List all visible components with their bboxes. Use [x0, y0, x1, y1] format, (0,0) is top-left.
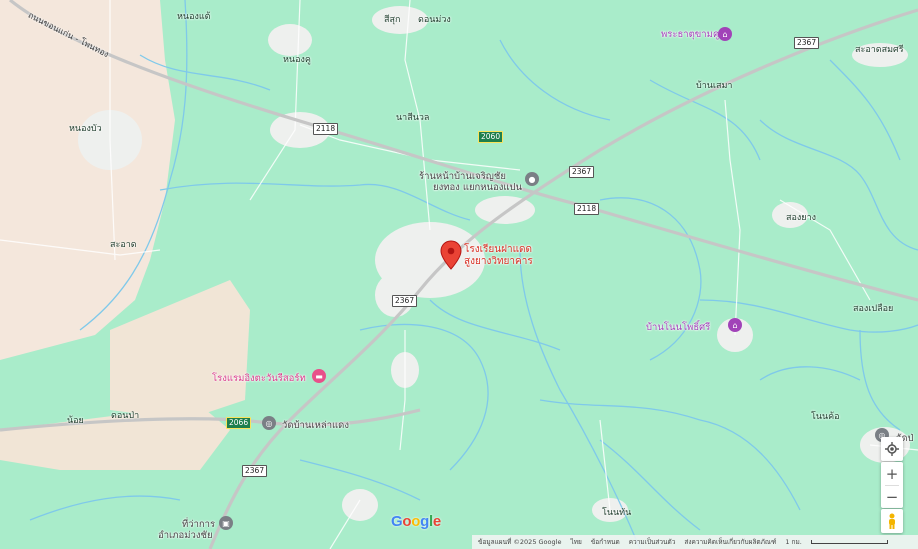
- map-footer: ข้อมูลแผนที่ ©2025 Google ไทย ข้อกำหนด ค…: [472, 535, 918, 549]
- poi-label-banmon[interactable]: บ้านโนนโพธิ์ศรี: [646, 320, 710, 335]
- selected-place-line1: โรงเรียนฝาแดด: [464, 244, 533, 255]
- google-logo-letter: g: [420, 513, 429, 530]
- privacy-link[interactable]: ความเป็นส่วนตัว: [629, 537, 676, 547]
- google-logo-letter: o: [402, 513, 412, 530]
- route-shield-2066: 2066: [226, 417, 252, 429]
- place-label-nasinuan: นาสีนวล: [396, 113, 430, 123]
- selected-place-line2: สูงยางวิทยาคาร: [464, 256, 533, 267]
- scale-label[interactable]: 1 กม.: [785, 537, 802, 547]
- government-office-icon[interactable]: ▣: [219, 516, 233, 530]
- place-label-songpluai: สองเปลือย: [853, 304, 894, 314]
- google-logo: Google: [391, 513, 441, 530]
- route-shield-2367-south: 2367: [242, 465, 268, 477]
- my-location-button[interactable]: [881, 437, 903, 461]
- zoom-in-button[interactable]: +: [886, 463, 899, 485]
- scale-bar: [810, 540, 888, 544]
- route-shield-2060: 2060: [478, 131, 504, 143]
- google-logo-letter: G: [391, 513, 403, 530]
- selected-place-label[interactable]: โรงเรียนฝาแดด สูงยางวิทยาคาร: [464, 244, 533, 268]
- place-label-donmuang: ดอนม่วง: [418, 15, 451, 25]
- street-view-pegman-icon: [889, 513, 895, 529]
- poi-label-phrathat[interactable]: พระธาตุขามคู: [661, 27, 719, 42]
- route-shield-2367-center: 2367: [392, 295, 418, 307]
- route-shield-2118: 2118: [313, 123, 339, 135]
- place-label-banlao: บ้านเสมา: [696, 81, 733, 91]
- zoom-control: + −: [881, 462, 903, 508]
- google-logo-letter: e: [432, 513, 441, 530]
- place-label-nonthon: โนนทัน: [602, 508, 632, 518]
- place-label-nongbua: หนองบัว: [69, 124, 102, 134]
- route-shield-2367-ne: 2367: [794, 37, 820, 49]
- temple-icon[interactable]: ⌂: [728, 318, 742, 332]
- map-canvas[interactable]: [0, 0, 918, 549]
- zoom-out-button[interactable]: −: [886, 486, 899, 508]
- google-logo-letter: o: [411, 513, 421, 530]
- hotel-icon[interactable]: ▬: [312, 369, 326, 383]
- place-label-sisuk: สีสุก: [384, 15, 401, 25]
- temple-icon[interactable]: ⌂: [718, 27, 732, 41]
- place-label-saat: สะอาด: [110, 240, 137, 250]
- place-label-noi: น้อย: [67, 416, 84, 426]
- place-label-nongku: หนองคู: [283, 55, 311, 65]
- street-view-button[interactable]: [881, 509, 903, 533]
- place-of-worship-icon[interactable]: ●: [525, 172, 539, 186]
- place-of-worship-icon[interactable]: ◎: [262, 416, 276, 430]
- feedback-link[interactable]: ส่งความคิดเห็นเกี่ยวกับผลิตภัณฑ์: [684, 537, 776, 547]
- place-label-nonkhong: โนนค้อ: [811, 412, 840, 422]
- terms-link[interactable]: ข้อกำหนด: [591, 537, 620, 547]
- place-label-donpa: ดอนป่า: [111, 411, 140, 421]
- poi-label-watban[interactable]: วัดบ้านเหล่าแดง: [282, 418, 349, 433]
- place-label-saatsomsri: สะอาดสมศรี: [855, 45, 904, 55]
- place-label-songyang: สองยาง: [786, 213, 817, 223]
- poi-label-shop-line2[interactable]: ยงทอง แยกหนองแปน: [433, 180, 522, 195]
- poi-label-hotel[interactable]: โรงแรมอิงตะวันรีสอร์ท: [212, 371, 306, 386]
- language-link[interactable]: ไทย: [570, 537, 581, 547]
- place-label-nongdaeng: หนองแต้: [177, 12, 211, 22]
- my-location-icon: [885, 442, 899, 456]
- route-shield-2367: 2367: [569, 166, 595, 178]
- poi-label-amphoe-line2[interactable]: อำเภอม่วงชัย: [158, 528, 213, 543]
- route-shield-2118-east: 2118: [574, 203, 600, 215]
- map-data-attribution: ข้อมูลแผนที่ ©2025 Google: [478, 538, 562, 546]
